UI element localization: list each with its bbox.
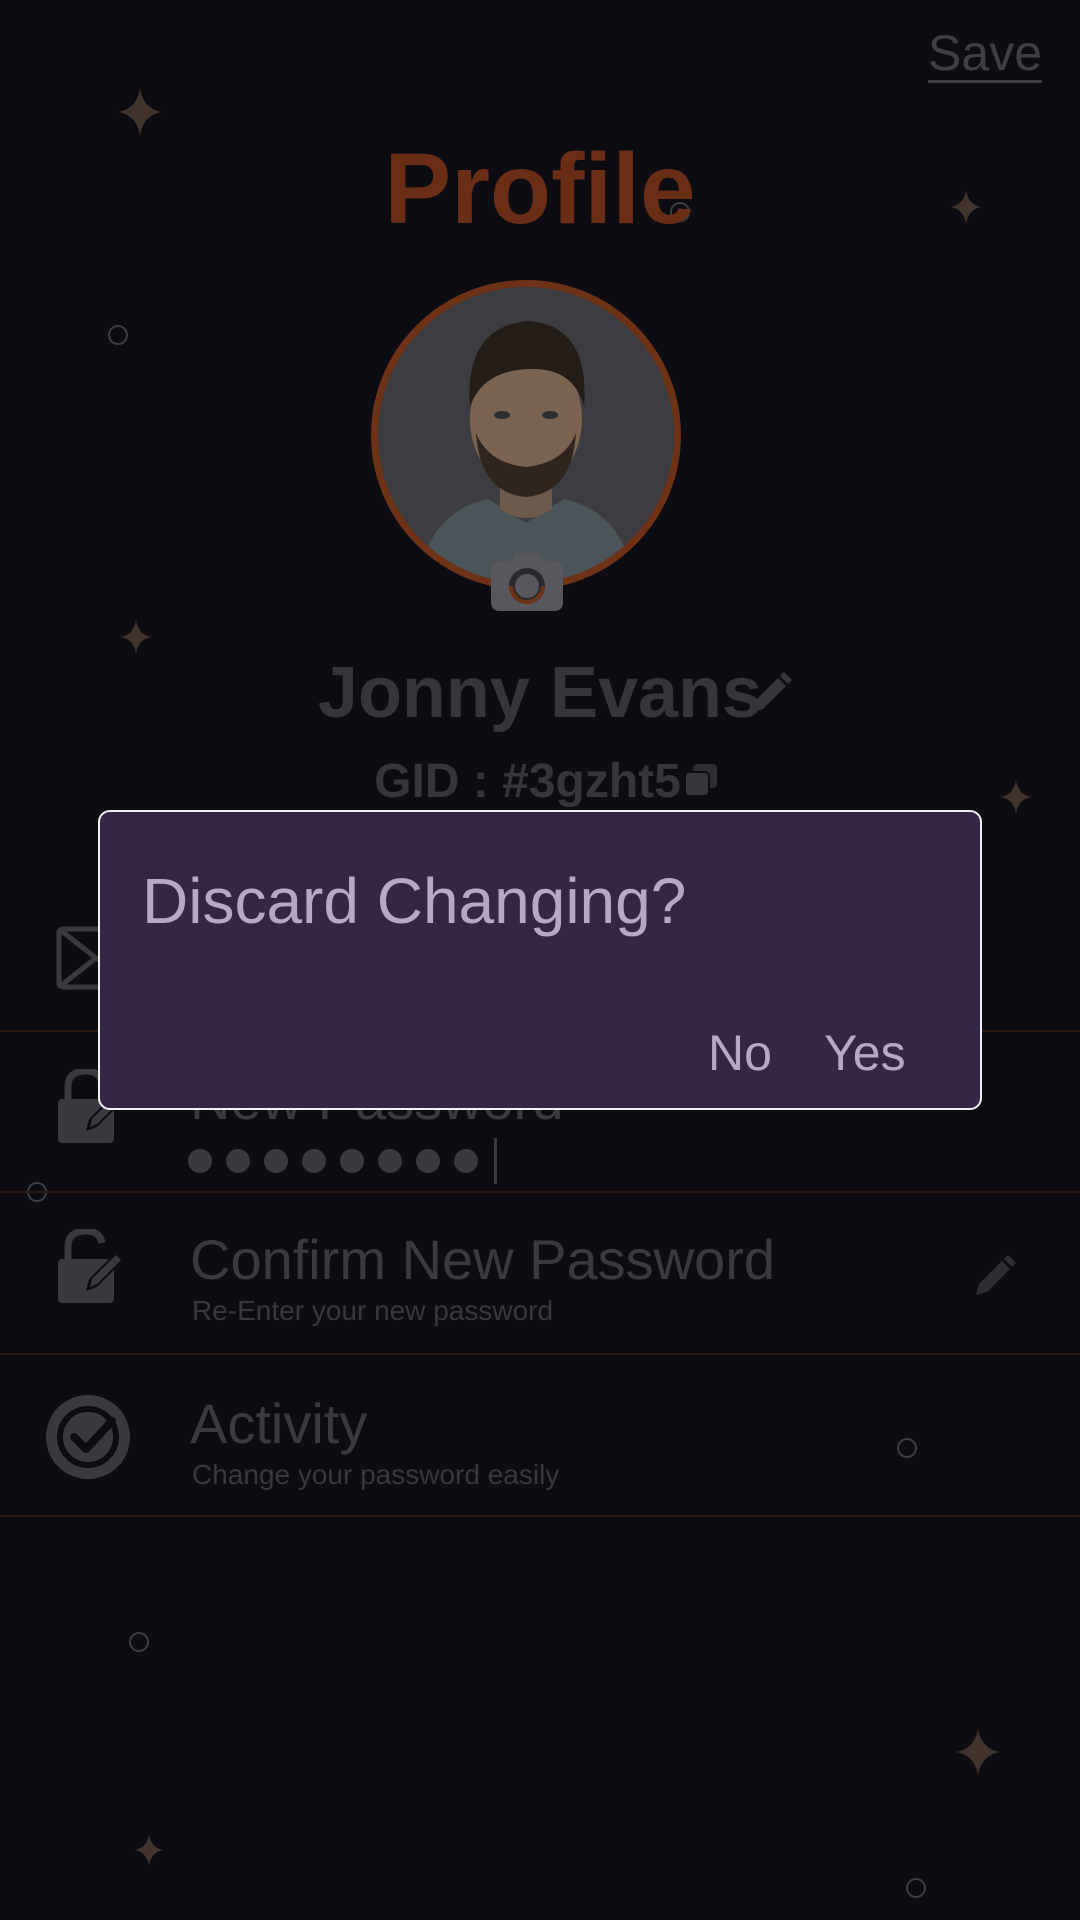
edit-name-icon[interactable]	[746, 672, 792, 723]
confirm-password-label: Confirm New Password	[190, 1228, 776, 1291]
profile-screen: Save Profile Jonny Evans GID: #3gzht5 C…	[0, 0, 1080, 1920]
confirm-password-hint: Re-Enter your new password	[192, 1295, 554, 1326]
user-name: Jonny Evans	[317, 653, 763, 733]
gid-label: GID : #3gzht5	[374, 755, 681, 808]
edit-icon[interactable]	[970, 1255, 1016, 1306]
sparkle-icon	[134, 1834, 164, 1866]
lock-edit-icon	[56, 1227, 136, 1310]
page-title: Profile	[384, 133, 696, 245]
password-dot	[454, 1149, 478, 1173]
check-circle-icon	[46, 1395, 130, 1484]
copy-icon[interactable]	[683, 762, 719, 803]
password-dot	[188, 1149, 212, 1173]
activity-hint: Change your password easily	[192, 1459, 560, 1490]
confirm-password-row[interactable]: Confirm New Password Re-Enter your new p…	[0, 1193, 1080, 1355]
avatar-container	[371, 280, 681, 611]
sparkle-icon	[120, 620, 152, 654]
no-button[interactable]: No	[708, 1024, 772, 1082]
password-dot	[226, 1149, 250, 1173]
decor-circle	[129, 1632, 149, 1652]
password-dot	[378, 1149, 402, 1173]
activity-label: Activity	[190, 1392, 368, 1455]
password-dot	[264, 1149, 288, 1173]
password-dot	[302, 1149, 326, 1173]
decor-circle	[108, 325, 128, 345]
save-button[interactable]: Save	[928, 24, 1042, 82]
sparkle-icon	[956, 1728, 1000, 1776]
sparkle-icon	[118, 88, 162, 136]
camera-icon[interactable]	[489, 551, 565, 613]
avatar	[371, 280, 681, 590]
dialog-title: Discard Changing?	[142, 865, 687, 937]
decor-circle	[906, 1878, 926, 1898]
yes-button[interactable]: Yes	[824, 1024, 906, 1082]
password-dot	[416, 1149, 440, 1173]
activity-row[interactable]: Activity Change your password easily	[0, 1355, 1080, 1517]
password-dot	[340, 1149, 364, 1173]
discard-dialog: Discard Changing? No Yes	[98, 810, 982, 1110]
text-caret	[494, 1138, 497, 1184]
new-password-input[interactable]	[188, 1138, 497, 1184]
